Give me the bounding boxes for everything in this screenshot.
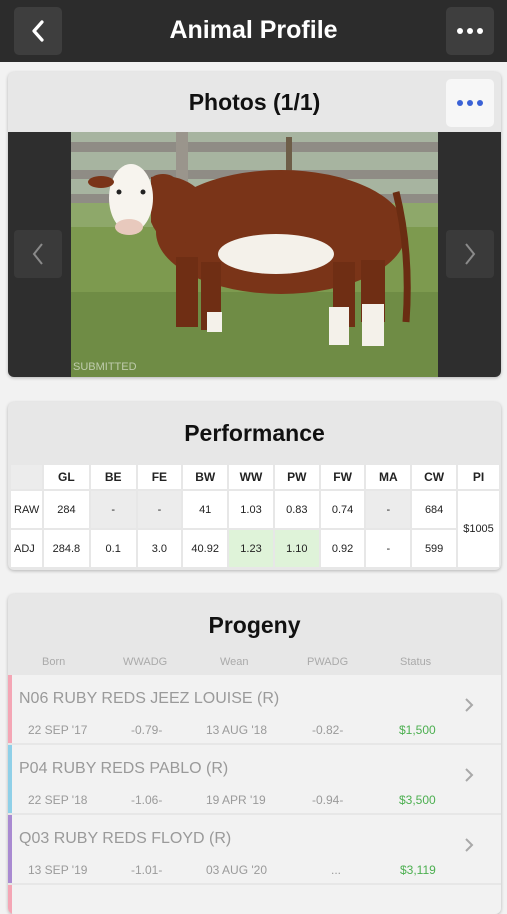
col-header-cw: CW	[412, 465, 457, 489]
cell-adj-bw: 40.92	[183, 530, 228, 567]
cell-adj-cw: 599	[412, 530, 457, 567]
progeny-wean: 19 APR '19	[206, 793, 266, 807]
chevron-right-icon	[465, 243, 476, 265]
col-header-pw: PW	[274, 465, 319, 489]
cell-raw-pw: 0.83	[274, 491, 319, 528]
cell-raw-fw: 0.74	[320, 491, 365, 528]
photos-title: Photos (1/1)	[188, 89, 321, 115]
col-header-born: Born	[42, 656, 66, 668]
cell-raw-fe: -	[137, 491, 182, 528]
progeny-pwadg: -0.82-	[312, 723, 344, 737]
col-header-bw: BW	[183, 465, 228, 489]
ellipsis-icon	[457, 100, 483, 106]
row-color-bar	[8, 675, 12, 743]
progeny-card: Progeny Born WWADG Wean PWADG Status N06…	[8, 594, 501, 914]
row-color-bar	[8, 815, 12, 883]
col-header-status: Status	[400, 656, 432, 668]
cell-adj-ww: 1.23	[229, 530, 273, 567]
more-options-button[interactable]	[446, 7, 494, 55]
cell-raw-bw: 41	[183, 491, 228, 528]
cell-raw-cw: 684	[412, 491, 457, 528]
cell-adj-ma: -	[366, 530, 411, 567]
cell-raw-gl: 284	[43, 491, 89, 528]
col-header-pwadg: PWADG	[307, 656, 349, 668]
cell-adj-fw: 0.92	[320, 530, 365, 567]
performance-title: Performance	[184, 420, 325, 446]
col-header-be: BE	[90, 465, 136, 489]
progeny-status: $1,500	[399, 723, 436, 737]
progeny-row[interactable]: P04 RUBY REDS PABLO (R) 22 SEP '18 -1.06…	[8, 745, 501, 813]
cell-pi: $1005	[458, 491, 499, 567]
cell-raw-ma: -	[366, 491, 411, 528]
cell-adj-fe: 3.0	[137, 530, 182, 567]
performance-card: Performance GL BE FE BW WW PW FW MA CW P…	[8, 402, 501, 570]
row-label-adj: ADJ	[11, 530, 42, 567]
photo-options-button[interactable]	[446, 79, 494, 127]
chevron-left-icon	[32, 243, 43, 265]
col-header-fw: FW	[320, 465, 365, 489]
progeny-name: P04 RUBY REDS PABLO (R)	[19, 760, 229, 777]
cell-adj-gl: 284.8	[43, 530, 89, 567]
header-blank	[11, 465, 42, 489]
ellipsis-icon	[457, 28, 483, 34]
progeny-status: $3,119	[400, 863, 436, 877]
col-header-fe: FE	[137, 465, 182, 489]
animal-photo[interactable]	[71, 132, 438, 377]
cell-adj-be: 0.1	[90, 530, 136, 567]
table-header-row: GL BE FE BW WW PW FW MA CW PI	[11, 465, 499, 489]
progeny-status: $3,500	[399, 793, 436, 807]
table-row: RAW 284 - - 41 1.03 0.83 0.74 - 684 $100…	[11, 491, 499, 567]
chevron-right-icon	[465, 838, 474, 852]
progeny-row[interactable]: Q03 RUBY REDS FLOYD (R) 13 SEP '19 -1.01…	[8, 815, 501, 883]
progeny-pwadg: -0.94-	[312, 793, 344, 807]
row-color-bar	[8, 745, 12, 813]
progeny-born: 22 SEP '17	[28, 723, 88, 737]
progeny-wean: 13 AUG '18	[206, 723, 267, 737]
photos-card: Photos (1/1) SUBMITTED	[8, 72, 501, 377]
page-title: Animal Profile	[169, 16, 338, 44]
col-header-pi: PI	[458, 465, 499, 489]
col-header-ww: WW	[229, 465, 273, 489]
progeny-pwadg: ...	[331, 863, 342, 877]
col-header-wean: Wean	[220, 656, 249, 668]
col-header-gl: GL	[43, 465, 89, 489]
progeny-wwadg: -0.79-	[131, 723, 163, 737]
col-header-ma: MA	[366, 465, 411, 489]
progeny-wwadg: -1.06-	[131, 793, 163, 807]
col-header-wwadg: WWADG	[123, 656, 168, 668]
chevron-right-icon	[465, 768, 474, 782]
progeny-name: Q03 RUBY REDS FLOYD (R)	[19, 830, 232, 847]
cell-raw-ww: 1.03	[229, 491, 273, 528]
progeny-name: N06 RUBY REDS JEEZ LOUISE (R)	[19, 690, 280, 707]
photo-viewer[interactable]	[8, 132, 501, 377]
table-row: ADJ 284.8 0.1 3.0 40.92 1.23 1.10 0.92 -…	[11, 530, 499, 567]
progeny-born: 22 SEP '18	[28, 793, 88, 807]
next-photo-button[interactable]	[446, 230, 494, 278]
progeny-title: Progeny	[208, 612, 301, 638]
performance-table: GL BE FE BW WW PW FW MA CW PI RAW 284 - …	[9, 463, 501, 569]
chevron-right-icon	[465, 698, 474, 712]
row-label-raw: RAW	[11, 491, 42, 528]
top-bar: Animal Profile	[0, 0, 507, 62]
progeny-born: 13 SEP '19	[28, 863, 88, 877]
previous-photo-button[interactable]	[14, 230, 62, 278]
photo-watermark: SUBMITTED	[73, 361, 137, 373]
progeny-wean: 03 AUG '20	[206, 863, 267, 877]
cell-raw-be: -	[90, 491, 136, 528]
cell-adj-pw: 1.10	[274, 530, 319, 567]
progeny-row[interactable]: N06 RUBY REDS JEEZ LOUISE (R) 22 SEP '17…	[8, 675, 501, 743]
progeny-wwadg: -1.01-	[131, 863, 163, 877]
